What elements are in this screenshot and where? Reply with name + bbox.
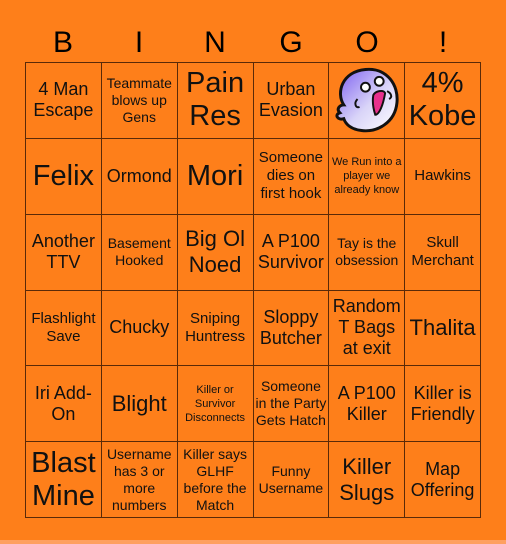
header-letter-n: N — [204, 26, 226, 59]
bingo-cell[interactable]: A P100 Killer — [329, 366, 406, 443]
bingo-cell[interactable]: A P100 Survivor — [253, 214, 330, 291]
bingo-cell[interactable]: Killer or Survivor Disconnects — [177, 366, 254, 443]
bingo-cell[interactable]: Teammate blows up Gens — [101, 63, 178, 139]
bingo-cell[interactable]: Map Offering — [405, 442, 481, 518]
bingo-cell[interactable]: Someone in the Party Gets Hatch — [253, 366, 330, 443]
bingo-cell[interactable]: Basement Hooked — [101, 214, 178, 291]
free-space-cell[interactable] — [329, 63, 406, 139]
bingo-cell[interactable]: Sniping Huntress — [177, 290, 254, 367]
bingo-cell[interactable]: Ormond — [101, 138, 178, 215]
bingo-cell[interactable]: Killer Slugs — [329, 442, 406, 518]
bottom-edge — [0, 540, 506, 544]
header-letter-i: I — [134, 26, 144, 59]
header-letter-b: B — [52, 26, 73, 59]
bingo-cell[interactable]: Blast Mine — [26, 442, 102, 518]
bingo-cell[interactable]: Pain Res — [177, 63, 254, 139]
header-letter-o: O — [355, 26, 379, 59]
bingo-cell[interactable]: Urban Evasion — [253, 63, 330, 139]
bingo-cell[interactable]: Hawkins — [405, 138, 481, 215]
bingo-cell[interactable]: Chucky — [101, 290, 178, 367]
bingo-cell[interactable]: Thalita — [405, 290, 481, 367]
bingo-cell[interactable]: Killer is Friendly — [405, 366, 481, 443]
bingo-cell[interactable]: Someone dies on first hook — [253, 138, 330, 215]
bingo-cell[interactable]: Flashlight Save — [26, 290, 102, 367]
bingo-header: B I N G O ! — [25, 24, 481, 62]
bingo-cell[interactable]: Mori — [177, 138, 254, 215]
bingo-cell[interactable]: Funny Username — [253, 442, 330, 518]
bingo-cell[interactable]: Blight — [101, 366, 178, 443]
bingo-cell[interactable]: Killer says GLHF before the Match — [177, 442, 254, 518]
bingo-cell[interactable]: 4% Kobe — [405, 63, 481, 139]
bingo-cell[interactable]: Another TTV — [26, 214, 102, 291]
ghost-emote-icon — [335, 68, 399, 133]
bingo-cell[interactable]: We Run into a player we already know — [329, 138, 406, 215]
bingo-cell[interactable]: Felix — [26, 138, 102, 215]
bingo-cell[interactable]: Sloppy Butcher — [253, 290, 330, 367]
bingo-cell[interactable]: Random T Bags at exit — [329, 290, 406, 367]
bingo-cell[interactable]: Big Ol Noed — [177, 214, 254, 291]
header-letter-g: G — [279, 26, 303, 59]
bingo-cell[interactable]: 4 Man Escape — [26, 63, 102, 139]
bingo-grid: 4 Man Escape Teammate blows up Gens Pain… — [25, 62, 481, 518]
bingo-cell[interactable]: Tay is the obsession — [329, 214, 406, 291]
bingo-cell[interactable]: Skull Merchant — [405, 214, 481, 291]
header-letter-exclaim: ! — [438, 26, 448, 59]
bingo-cell[interactable]: Username has 3 or more numbers — [101, 442, 178, 518]
bingo-cell[interactable]: Iri Add-On — [26, 366, 102, 443]
